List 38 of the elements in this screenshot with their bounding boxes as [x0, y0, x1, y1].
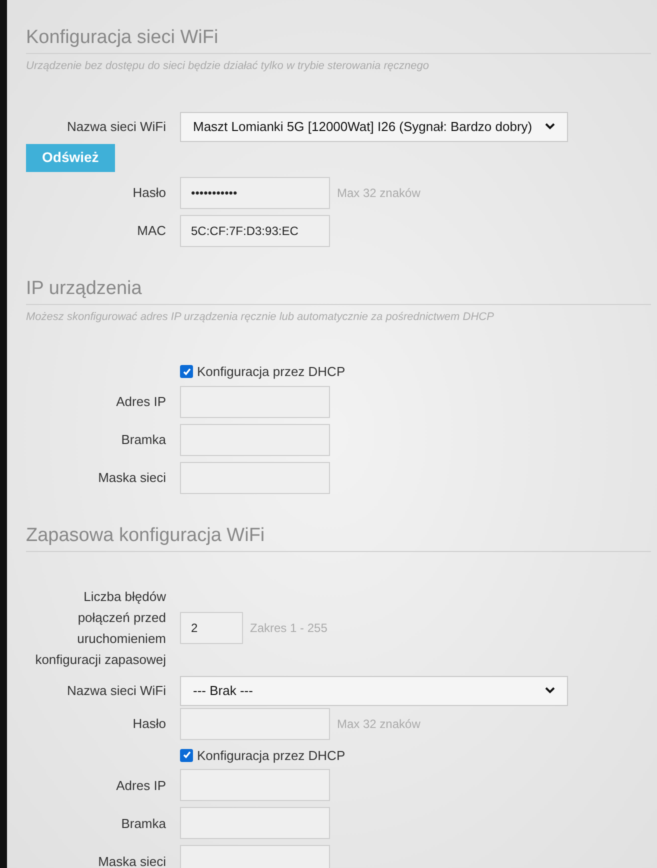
field-label: Adres IP	[116, 393, 166, 411]
hint-text: Zakres 1 - 255	[250, 620, 328, 636]
field-label: Nazwa sieci WiFi	[67, 682, 166, 700]
wifi-select[interactable]: --- Brak ---	[180, 676, 568, 706]
input-field[interactable]	[180, 845, 330, 868]
field-label: Bramka	[121, 431, 166, 449]
checkbox[interactable]	[180, 365, 193, 378]
checkbox-label: Konfiguracja przez DHCP	[197, 363, 346, 381]
field-label: Adres IP	[116, 776, 166, 794]
field-label: MAC	[137, 222, 166, 240]
input-field[interactable]	[180, 807, 330, 839]
section-subtitle: Urządzenie bez dostępu do sieci będzie działać tylko w trybie sterowania ręcznego	[26, 59, 430, 74]
section-title: IP urządzenia	[26, 276, 651, 304]
input-field[interactable]: •••••••••••	[180, 176, 330, 208]
section-subtitle: Możesz skonfigurować adres IP urządzenia ręcznie lub automatycznie za pośrednictwem DHCP	[26, 310, 495, 324]
field-label: Maska sieci	[98, 469, 166, 487]
wifi-select[interactable]: Maszt Lomianki 5G [12000Wat] I26 (Sygnał: Bardzo dobry)	[180, 112, 568, 142]
section-title: Zapasowa konfiguracja WiFi	[26, 524, 651, 552]
field-label: Hasło	[132, 184, 166, 202]
field-label: Nazwa sieci WiFi	[67, 118, 166, 136]
field-label: Maska sieci	[98, 852, 166, 868]
input-field[interactable]: 2	[180, 612, 243, 644]
checkbox[interactable]	[180, 748, 193, 762]
input-field[interactable]: 5C:CF:7F:D3:93:EC	[180, 214, 330, 246]
input-field[interactable]	[180, 708, 330, 740]
chevron-down-icon	[545, 687, 555, 694]
field-label: Hasło	[132, 715, 166, 733]
hint-text: Max 32 znaków	[337, 184, 420, 202]
checkbox-label: Konfiguracja przez DHCP	[197, 746, 346, 765]
input-field[interactable]	[180, 769, 330, 801]
hint-text: Max 32 znaków	[337, 716, 420, 732]
input-field[interactable]	[180, 424, 330, 456]
field-label: Bramka	[121, 814, 166, 832]
input-field[interactable]	[180, 386, 330, 418]
chevron-down-icon	[545, 123, 555, 130]
input-field[interactable]	[180, 462, 330, 494]
field-label: Liczba błędów połączeń przed uruchomieniem konfiguracji zapasowej	[34, 588, 166, 669]
section-title: Konfiguracja sieci WiFi	[26, 26, 651, 54]
